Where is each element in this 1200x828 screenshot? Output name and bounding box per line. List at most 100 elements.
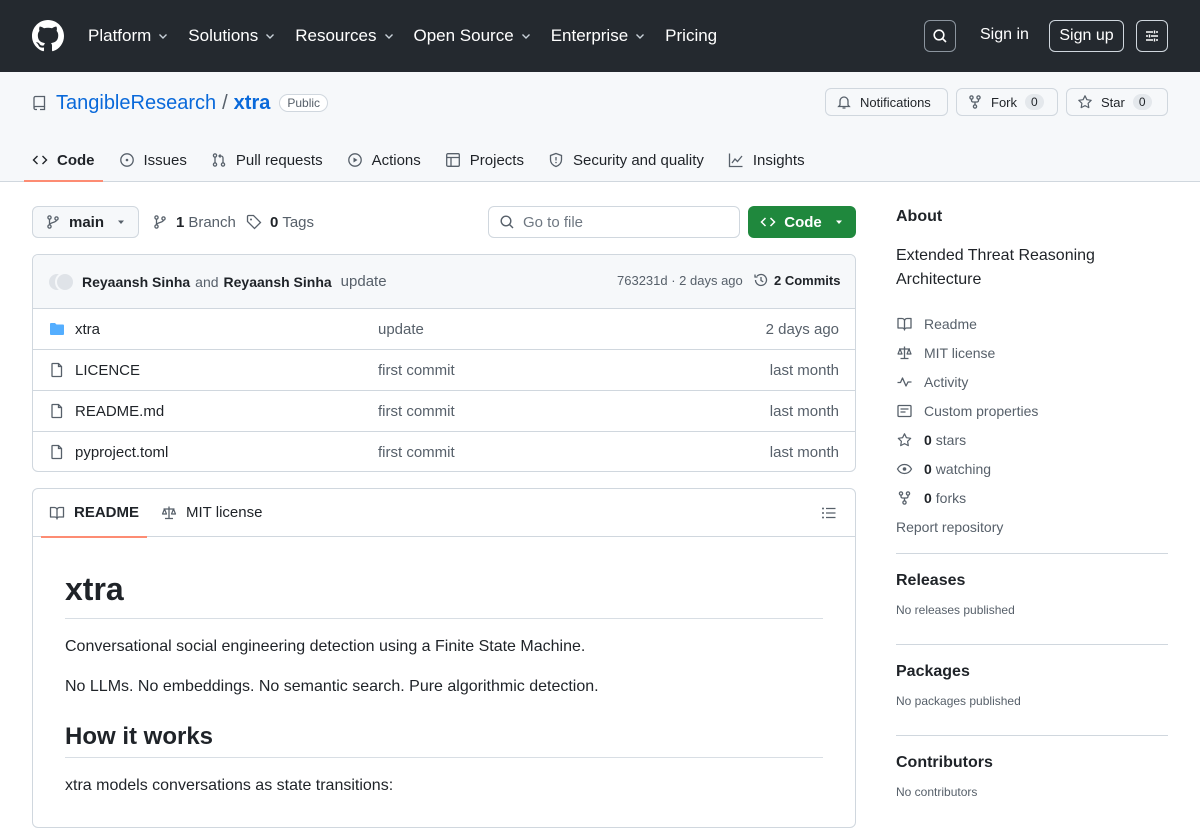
tab-issues[interactable]: Issues — [119, 138, 187, 182]
commit-author[interactable]: Reyaansh Sinha — [82, 274, 190, 290]
eye-icon — [896, 463, 913, 474]
activity-link[interactable]: Activity — [896, 367, 1168, 396]
watching-label: watching — [935, 460, 992, 477]
tab-insights[interactable]: Insights — [728, 138, 805, 182]
file-row-folder[interactable]: xtra update 2 days ago — [33, 309, 855, 350]
tags-link[interactable]: 0 Tags — [246, 206, 314, 238]
file-age: 2 days ago — [765, 321, 839, 338]
watching-link[interactable]: 0 watching — [896, 454, 1168, 483]
contributors-empty-text: No contributors — [896, 785, 978, 799]
tab-insights-label: Insights — [752, 151, 805, 169]
code-button-label: Code — [784, 213, 822, 231]
branch-count-label: Branch — [188, 213, 236, 231]
file-age: last month — [769, 444, 839, 461]
repo-header: TangibleResearch / xtra Public Notificat… — [0, 72, 1200, 182]
tab-code-label: Code — [57, 151, 95, 169]
contributors-heading[interactable]: Contributors — [896, 754, 1168, 772]
packages-section: Packages No packages published — [896, 644, 1168, 735]
repo-owner-link[interactable]: TangibleResearch — [56, 92, 216, 115]
tab-projects[interactable]: Projects — [445, 138, 524, 182]
note-icon — [897, 404, 912, 417]
branch-selector[interactable]: main — [32, 206, 139, 238]
forks-link[interactable]: 0 forks — [896, 483, 1168, 512]
tag-count: 0 — [270, 213, 279, 231]
file-row[interactable]: pyproject.toml first commit last month — [33, 432, 855, 471]
packages-empty-text: No packages published — [896, 694, 1021, 708]
star-icon — [1078, 95, 1092, 109]
nav-solutions-label: Solutions — [188, 26, 259, 45]
sliders-icon — [1146, 30, 1158, 42]
sign-up-button[interactable]: Sign up — [1049, 20, 1124, 52]
github-logo-icon[interactable] — [32, 20, 64, 52]
nav-pricing[interactable]: Pricing — [665, 26, 717, 46]
commit-coauthor[interactable]: Reyaansh Sinha — [224, 274, 332, 290]
forks-label: forks — [935, 489, 967, 506]
report-repository-link[interactable]: Report repository — [896, 512, 1168, 541]
file-commit-message[interactable]: update — [378, 321, 424, 338]
nav-resources[interactable]: Resources — [295, 26, 394, 46]
file-name[interactable]: README.md — [75, 403, 164, 420]
custom-properties-link[interactable]: Custom properties — [896, 396, 1168, 425]
readme-link-label: Readme — [924, 315, 977, 332]
tab-pull-requests[interactable]: Pull requests — [211, 138, 323, 182]
branches-link[interactable]: 1 Branch — [152, 206, 236, 238]
tab-readme[interactable]: README — [41, 489, 148, 538]
latest-commit-bar: Reyaansh Sinha and Reyaansh Sinha update… — [33, 255, 855, 309]
visibility-badge: Public — [279, 94, 329, 112]
tab-readme-label: README — [74, 504, 140, 521]
about-description: Extended Threat Reasoning Architecture — [896, 247, 1095, 288]
file-commit-message[interactable]: first commit — [378, 362, 455, 379]
nav-open-source[interactable]: Open Source — [414, 26, 532, 46]
go-to-file-input[interactable]: Go to file — [488, 206, 740, 238]
book-icon — [49, 506, 65, 520]
sign-in-link[interactable]: Sign in — [980, 26, 1029, 44]
avatar-stack[interactable] — [47, 270, 75, 294]
file-commit-message[interactable]: first commit — [378, 444, 455, 461]
commits-link[interactable]: 2 Commits — [753, 272, 840, 288]
chevron-down-icon — [521, 34, 530, 39]
fork-button[interactable]: Fork 0 — [956, 88, 1058, 116]
file-name[interactable]: LICENCE — [75, 362, 140, 379]
repo-icon — [33, 95, 46, 111]
list-unordered-icon[interactable] — [821, 505, 837, 521]
tab-license[interactable]: MIT license — [153, 489, 270, 537]
bell-icon — [837, 96, 851, 109]
packages-heading[interactable]: Packages — [896, 663, 1168, 681]
nav-enterprise-label: Enterprise — [550, 26, 629, 45]
file-name[interactable]: xtra — [75, 321, 100, 338]
license-link-label: MIT license — [924, 344, 996, 361]
tab-security[interactable]: Security and quality — [548, 138, 704, 182]
repo-name-link[interactable]: xtra — [234, 92, 271, 115]
notifications-button[interactable]: Notifications — [825, 88, 948, 116]
commit-message[interactable]: update — [341, 273, 387, 290]
license-link[interactable]: MIT license — [896, 338, 1168, 367]
code-dropdown-button[interactable]: Code — [748, 206, 856, 238]
git-pull-request-icon — [212, 153, 226, 167]
search-icon — [500, 215, 514, 229]
law-icon — [897, 346, 912, 359]
commit-hash-time[interactable]: 763231d · 2 days ago — [617, 273, 743, 288]
tab-issues-label: Issues — [143, 151, 187, 169]
releases-heading[interactable]: Releases — [896, 572, 1168, 590]
nav-platform[interactable]: Platform — [88, 26, 169, 46]
forks-count: 0 — [924, 489, 932, 506]
file-row[interactable]: LICENCE first commit last month — [33, 350, 855, 391]
about-heading: About — [896, 208, 943, 225]
tag-icon — [246, 214, 262, 230]
nav-solutions[interactable]: Solutions — [188, 26, 276, 46]
tab-actions[interactable]: Actions — [347, 138, 421, 182]
search-button[interactable] — [924, 20, 956, 52]
file-name[interactable]: pyproject.toml — [75, 444, 168, 461]
star-button[interactable]: Star 0 — [1066, 88, 1168, 116]
tab-code[interactable]: Code — [24, 138, 102, 182]
nav-enterprise[interactable]: Enterprise — [551, 26, 646, 46]
menu-button[interactable] — [1136, 20, 1168, 52]
readme-paragraph: No LLMs. No embeddings. No semantic sear… — [65, 678, 599, 695]
stars-link[interactable]: 0 stars — [896, 425, 1168, 454]
table-icon — [445, 153, 460, 167]
file-row[interactable]: README.md first commit last month — [33, 391, 855, 432]
fork-count: 0 — [1025, 94, 1044, 110]
readme-link[interactable]: Readme — [896, 309, 1168, 338]
file-commit-message[interactable]: first commit — [378, 403, 455, 420]
repo-forked-icon — [969, 95, 981, 109]
